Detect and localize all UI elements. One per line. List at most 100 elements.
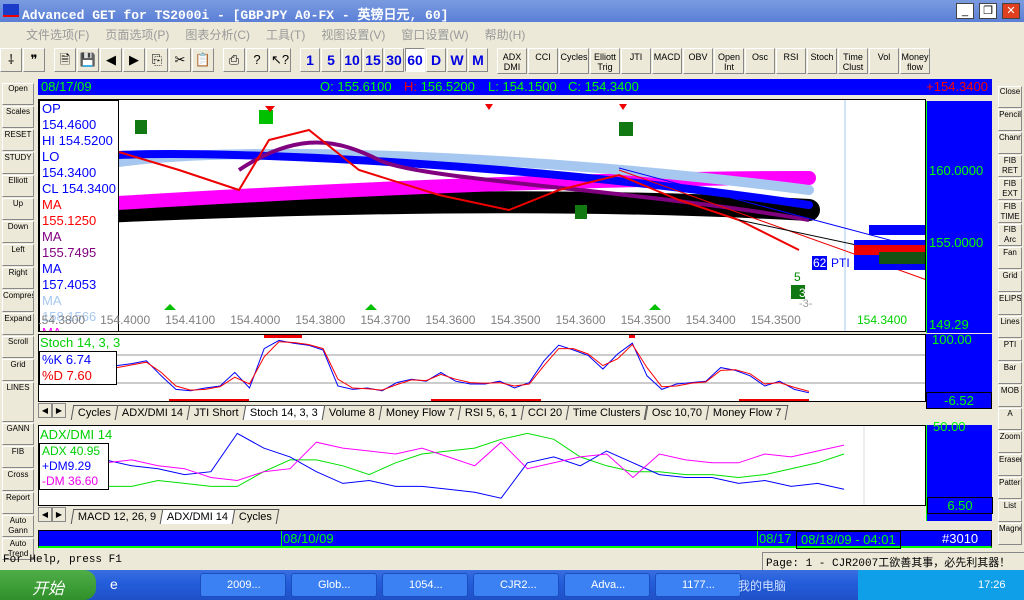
tab-jti-short[interactable]: JTI Short bbox=[186, 405, 247, 420]
indicator-rsi-button[interactable]: RSI bbox=[776, 48, 806, 74]
indicator-cycles-button[interactable]: Cycles bbox=[559, 48, 589, 74]
left-tool-open[interactable]: Open bbox=[2, 83, 34, 105]
right-tool-a[interactable]: A bbox=[998, 408, 1022, 430]
menu-item[interactable]: 视图设置(V) bbox=[321, 26, 385, 44]
taskbar-item[interactable]: 1054... bbox=[382, 573, 468, 597]
quick-launch-ie-icon[interactable]: e bbox=[110, 576, 118, 592]
timeframe-d[interactable]: D bbox=[426, 48, 446, 72]
taskbar-item[interactable]: 1177... bbox=[655, 573, 741, 597]
left-tool-reset[interactable]: RESET bbox=[2, 129, 34, 151]
right-tool-channel[interactable]: Channel bbox=[998, 132, 1022, 154]
left-tool-down[interactable]: Down bbox=[2, 221, 34, 243]
left-tool-scroll[interactable]: Scroll bbox=[2, 336, 34, 358]
right-tool-fib-ret[interactable]: FIB RET bbox=[998, 155, 1022, 177]
timeframe-w[interactable]: W bbox=[447, 48, 467, 72]
tab-volume-8[interactable]: Volume 8 bbox=[321, 405, 382, 420]
tab-cycles[interactable]: Cycles bbox=[70, 405, 119, 420]
close-button[interactable]: ✕ bbox=[1002, 3, 1020, 19]
tab-money-flow-7[interactable]: Money Flow 7 bbox=[705, 405, 789, 420]
restore-button[interactable]: ❐ bbox=[979, 3, 997, 19]
tab-cycles[interactable]: Cycles bbox=[232, 509, 280, 524]
tab-scroll-right[interactable]: ▶ bbox=[52, 403, 66, 418]
right-tool-pencil[interactable]: Pencil bbox=[998, 109, 1022, 131]
back-button[interactable]: ◀ bbox=[100, 48, 122, 72]
start-button[interactable]: 开始 bbox=[0, 570, 96, 600]
indicator-cci-button[interactable]: CCI bbox=[528, 48, 558, 74]
tab-scroll-left[interactable]: ◀ bbox=[38, 507, 52, 522]
timeframe-5[interactable]: 5 bbox=[321, 48, 341, 72]
right-tool-zoom[interactable]: Zoom bbox=[998, 431, 1022, 453]
indicator-elliott-trig-button[interactable]: Elliott Trig bbox=[590, 48, 620, 74]
stoch-panel[interactable]: Stoch 14, 3, 3 %K 6.74 %D 7.60 bbox=[38, 334, 926, 402]
right-tool-list[interactable]: List bbox=[998, 500, 1022, 522]
left-tool-fib[interactable]: FIB bbox=[2, 446, 34, 468]
left-tool-compress[interactable]: Compress bbox=[2, 290, 34, 312]
tab-rsi-5-6-1[interactable]: RSI 5, 6, 1 bbox=[457, 405, 525, 420]
tab-money-flow-7[interactable]: Money Flow 7 bbox=[378, 405, 462, 420]
right-tool-grid[interactable]: Grid bbox=[998, 270, 1022, 292]
adx-panel[interactable]: ADX/DMI 14 ADX 40.95 +DM9.29 -DM 36.60 bbox=[38, 425, 926, 506]
menu-item[interactable]: 文件选项(F) bbox=[26, 26, 89, 44]
tab-adx-dmi-14[interactable]: ADX/DMI 14 bbox=[114, 405, 191, 420]
menu-item[interactable]: 窗口设置(W) bbox=[401, 26, 468, 44]
timeframe-60[interactable]: 60 bbox=[405, 48, 425, 72]
left-tool-elliott[interactable]: Elliott bbox=[2, 175, 34, 197]
taskbar-item[interactable]: CJR2... bbox=[473, 573, 559, 597]
left-tool-scales[interactable]: Scales bbox=[2, 106, 34, 128]
right-tool-pti[interactable]: PTI bbox=[998, 339, 1022, 361]
right-tool-bar[interactable]: Bar bbox=[998, 362, 1022, 384]
help-button[interactable]: ? bbox=[246, 48, 268, 72]
menu-item[interactable]: 页面选项(P) bbox=[105, 26, 169, 44]
context-help-button[interactable]: ↖? bbox=[269, 48, 291, 72]
tab-scroll-left[interactable]: ◀ bbox=[38, 403, 52, 418]
cut-button[interactable]: ✂ bbox=[169, 48, 191, 72]
tab-osc-10-70[interactable]: Osc 10,70 bbox=[644, 405, 710, 420]
right-tool-fib-time[interactable]: FIB TIME bbox=[998, 201, 1022, 223]
timeframe-m[interactable]: M bbox=[468, 48, 488, 72]
menu-item[interactable]: 工具(T) bbox=[266, 26, 305, 44]
tray-label[interactable]: 我的电脑 bbox=[738, 577, 786, 594]
tab-cci-20[interactable]: CCI 20 bbox=[520, 405, 570, 420]
taskbar-item[interactable]: 2009... bbox=[200, 573, 286, 597]
left-tool-study[interactable]: STUDY bbox=[2, 152, 34, 174]
left-tool-auto-gann[interactable]: Auto Gann bbox=[2, 515, 34, 537]
menu-item[interactable]: 帮助(H) bbox=[485, 26, 526, 44]
indicator-jti-button[interactable]: JTI bbox=[621, 48, 651, 74]
tab-adx-dmi-14[interactable]: ADX/DMI 14 bbox=[159, 509, 236, 524]
save-button[interactable]: 💾 bbox=[77, 48, 99, 72]
new-button[interactable]: ⸸ bbox=[0, 48, 22, 72]
paste-button[interactable]: 📋 bbox=[192, 48, 214, 72]
left-tool-expand[interactable]: Expand bbox=[2, 313, 34, 335]
left-tool-cross[interactable]: Cross bbox=[2, 469, 34, 491]
quote-button[interactable]: ❞ bbox=[23, 48, 45, 72]
copy-button[interactable]: ⎘ bbox=[146, 48, 168, 72]
tab-scroll-right[interactable]: ▶ bbox=[52, 507, 66, 522]
timeframe-15[interactable]: 15 bbox=[363, 48, 383, 72]
right-tool-elips[interactable]: ELIPS bbox=[998, 293, 1022, 315]
left-tool-report[interactable]: Report bbox=[2, 492, 34, 514]
right-tool-mob[interactable]: MOB bbox=[998, 385, 1022, 407]
left-tool-left[interactable]: Left bbox=[2, 244, 34, 266]
price-chart[interactable]: 3 5 62 PTI -3- OP 154.4600 HI 154.5200 LO … bbox=[38, 99, 926, 332]
right-tool-magnet[interactable]: Magnet bbox=[998, 523, 1022, 545]
right-tool-pattern[interactable]: Pattern bbox=[998, 477, 1022, 499]
indicator-adx-dmi-button[interactable]: ADX DMI bbox=[497, 48, 527, 74]
right-tool-lines[interactable]: Lines bbox=[998, 316, 1022, 338]
indicator-macd-button[interactable]: MACD bbox=[652, 48, 682, 74]
print-button[interactable]: ⎙ bbox=[223, 48, 245, 72]
left-tool-gann[interactable]: GANN bbox=[2, 423, 34, 445]
taskbar-item[interactable]: Glob... bbox=[291, 573, 377, 597]
right-tool-close[interactable]: Close bbox=[998, 86, 1022, 108]
right-tool-eraser[interactable]: Eraser bbox=[998, 454, 1022, 476]
document-button[interactable]: 🗎 bbox=[54, 48, 76, 72]
indicator-money-flow-button[interactable]: Money flow bbox=[900, 48, 930, 74]
right-tool-fib-arc[interactable]: FIB Arc bbox=[998, 224, 1022, 246]
indicator-open-int-button[interactable]: Open Int bbox=[714, 48, 744, 74]
left-tool-lines[interactable]: LINES bbox=[2, 382, 34, 422]
timeframe-1[interactable]: 1 bbox=[300, 48, 320, 72]
left-tool-right[interactable]: Right bbox=[2, 267, 34, 289]
indicator-obv-button[interactable]: OBV bbox=[683, 48, 713, 74]
timeframe-30[interactable]: 30 bbox=[384, 48, 404, 72]
tab-macd-12-26-9[interactable]: MACD 12, 26, 9 bbox=[70, 509, 164, 524]
timeframe-10[interactable]: 10 bbox=[342, 48, 362, 72]
